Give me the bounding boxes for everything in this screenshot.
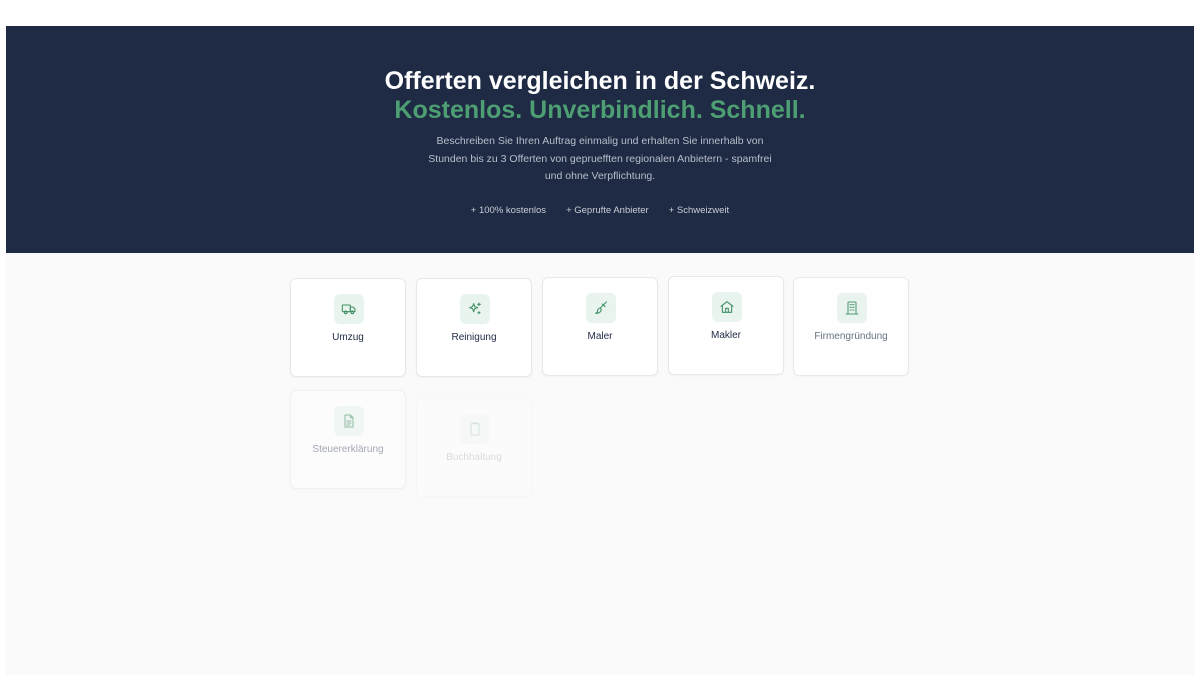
house-icon	[712, 292, 742, 322]
page-frame: Offerten vergleichen in der Schweiz. Kos…	[6, 26, 1194, 675]
service-label: Umzug	[332, 332, 364, 343]
service-label: Reinigung	[451, 332, 497, 343]
sparkles-icon	[460, 294, 490, 324]
clipboard-icon	[460, 414, 490, 444]
service-card-steuererklaerung[interactable]: Steuererklärung	[290, 390, 406, 489]
service-card-umzug[interactable]: Umzug	[290, 278, 406, 377]
building-icon	[837, 293, 867, 323]
service-card-buchhaltung[interactable]: Buchhaltung	[416, 398, 532, 497]
feature-verified: + Geprufte Anbieter	[566, 205, 649, 216]
service-card-maler[interactable]: Maler	[542, 277, 658, 376]
service-label: Steuererklärung	[312, 444, 384, 455]
service-label: Maler	[587, 331, 613, 342]
document-icon	[334, 406, 364, 436]
service-card-makler[interactable]: Makler	[668, 276, 784, 375]
hero-description: Beschreiben Sie Ihren Auftrag einmalig u…	[428, 135, 772, 182]
hero-section: Offerten vergleichen in der Schweiz. Kos…	[6, 26, 1194, 253]
feature-nationwide: + Schweizweit	[668, 205, 730, 216]
truck-icon	[334, 294, 364, 324]
service-label: Makler	[710, 330, 741, 341]
hero-subtitle: Kostenlos. Unverbindlich. Schnell.	[394, 96, 806, 124]
feature-list: + 100% kostenlos + Geprufte Anbieter + S…	[6, 205, 1194, 216]
paintbrush-icon	[586, 293, 616, 323]
service-label: Buchhaltung	[446, 452, 502, 463]
service-card-firmengruendung[interactable]: Firmengründung	[793, 277, 909, 376]
service-card-reinigung[interactable]: Reinigung	[416, 278, 532, 377]
hero-title: Offerten vergleichen in der Schweiz.	[384, 67, 816, 95]
service-label: Firmengründung	[814, 331, 888, 342]
feature-free: + 100% kostenlos	[470, 205, 547, 216]
